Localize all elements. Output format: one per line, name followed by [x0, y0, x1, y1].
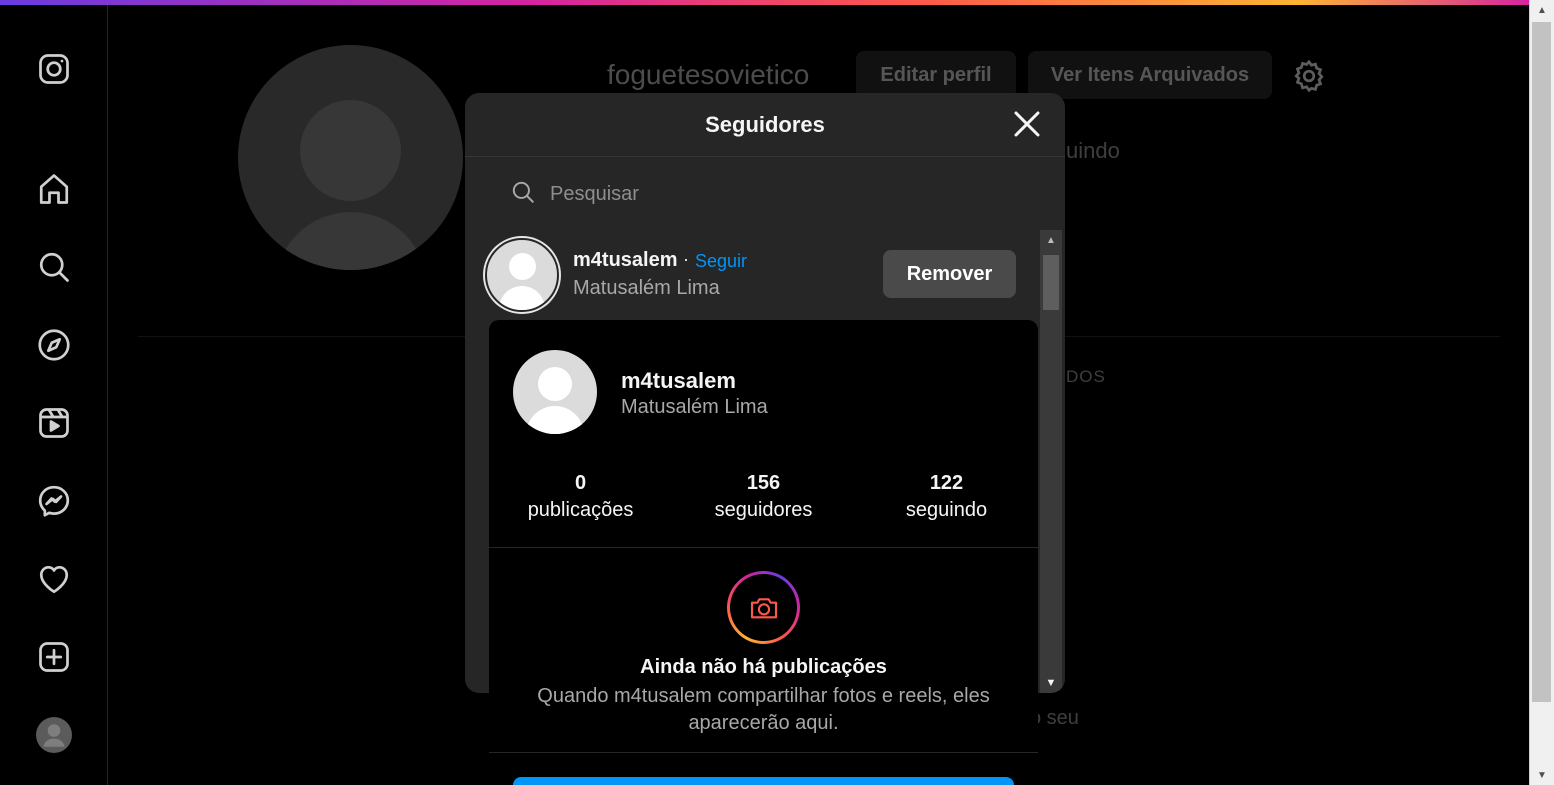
hover-card-username[interactable]: m4tusalem — [621, 368, 736, 394]
stat-label: seguidores — [714, 499, 813, 521]
scroll-down-arrow-icon[interactable]: ▼ — [1040, 673, 1062, 693]
stat-followers: 156 seguidores — [672, 470, 855, 524]
modal-scrollbar[interactable]: ▲ ▼ — [1040, 230, 1062, 693]
view-archive-button[interactable]: Ver Itens Arquivados — [1028, 51, 1272, 99]
follow-button[interactable] — [513, 777, 1014, 785]
remove-button[interactable]: Remover — [883, 250, 1016, 298]
window-scrollbar[interactable]: ▲ ▼ — [1529, 0, 1554, 785]
scroll-up-arrow-icon[interactable]: ▲ — [1040, 230, 1062, 250]
messenger-icon[interactable] — [34, 481, 74, 521]
window-scroll-thumb[interactable] — [1532, 22, 1551, 702]
follow-link[interactable]: Seguir — [695, 251, 747, 272]
profile-username: foguetesovietico — [607, 59, 810, 90]
hover-card-divider — [489, 547, 1038, 548]
stat-value: 0 — [574, 472, 587, 494]
scroll-down-arrow-icon[interactable]: ▼ — [1530, 765, 1554, 785]
reels-icon[interactable] — [34, 403, 74, 443]
instagram-logo-icon[interactable] — [34, 49, 74, 89]
scroll-up-arrow-icon[interactable]: ▲ — [1530, 0, 1554, 20]
search-input[interactable] — [548, 181, 992, 207]
explore-icon[interactable] — [34, 325, 74, 365]
stat-label: seguindo — [905, 499, 988, 521]
follower-avatar[interactable] — [485, 238, 559, 312]
empty-posts-description: Quando m4tusalem compartilhar fotos e re… — [537, 685, 990, 734]
create-icon[interactable] — [34, 637, 74, 677]
scroll-thumb[interactable] — [1043, 255, 1059, 310]
empty-posts-title: Ainda não há publicações — [640, 656, 887, 678]
close-icon[interactable] — [1013, 110, 1041, 138]
follower-dot-separator: · — [683, 249, 689, 269]
search-icon — [510, 179, 536, 210]
stat-value: 156 — [746, 472, 781, 494]
home-icon[interactable] — [34, 169, 74, 209]
search-bar — [510, 179, 1010, 209]
stat-value: 122 — [929, 472, 964, 494]
profile-tab-fragment: DOS — [1066, 367, 1106, 386]
edit-profile-button[interactable]: Editar perfil — [856, 51, 1016, 99]
stat-label: publicações — [527, 499, 634, 521]
settings-gear-icon[interactable] — [1291, 58, 1327, 94]
sidebar-nav — [0, 5, 108, 785]
profile-avatar-icon[interactable] — [34, 715, 74, 755]
hover-card-divider — [489, 752, 1038, 753]
stat-following: 122 seguindo — [855, 470, 1038, 524]
search-icon[interactable] — [34, 247, 74, 287]
modal-header: Seguidores — [465, 93, 1065, 157]
hover-card-avatar[interactable] — [513, 350, 597, 434]
follower-list-item[interactable]: m4tusalem · Seguir Matusalém Lima Remove… — [485, 236, 1025, 314]
follower-username[interactable]: m4tusalem — [573, 249, 678, 272]
modal-title: Seguidores — [705, 111, 825, 137]
hover-card-fullname: Matusalém Lima — [621, 396, 768, 418]
profile-following-fragment: uindo — [1066, 138, 1120, 163]
heart-icon[interactable] — [34, 559, 74, 599]
stat-posts: 0 publicações — [489, 470, 672, 524]
camera-icon — [727, 571, 800, 644]
profile-avatar[interactable] — [238, 45, 463, 270]
follower-fullname: Matusalém Lima — [573, 277, 720, 299]
profile-hover-card: m4tusalem Matusalém Lima 0 publicações 1… — [489, 320, 1038, 785]
